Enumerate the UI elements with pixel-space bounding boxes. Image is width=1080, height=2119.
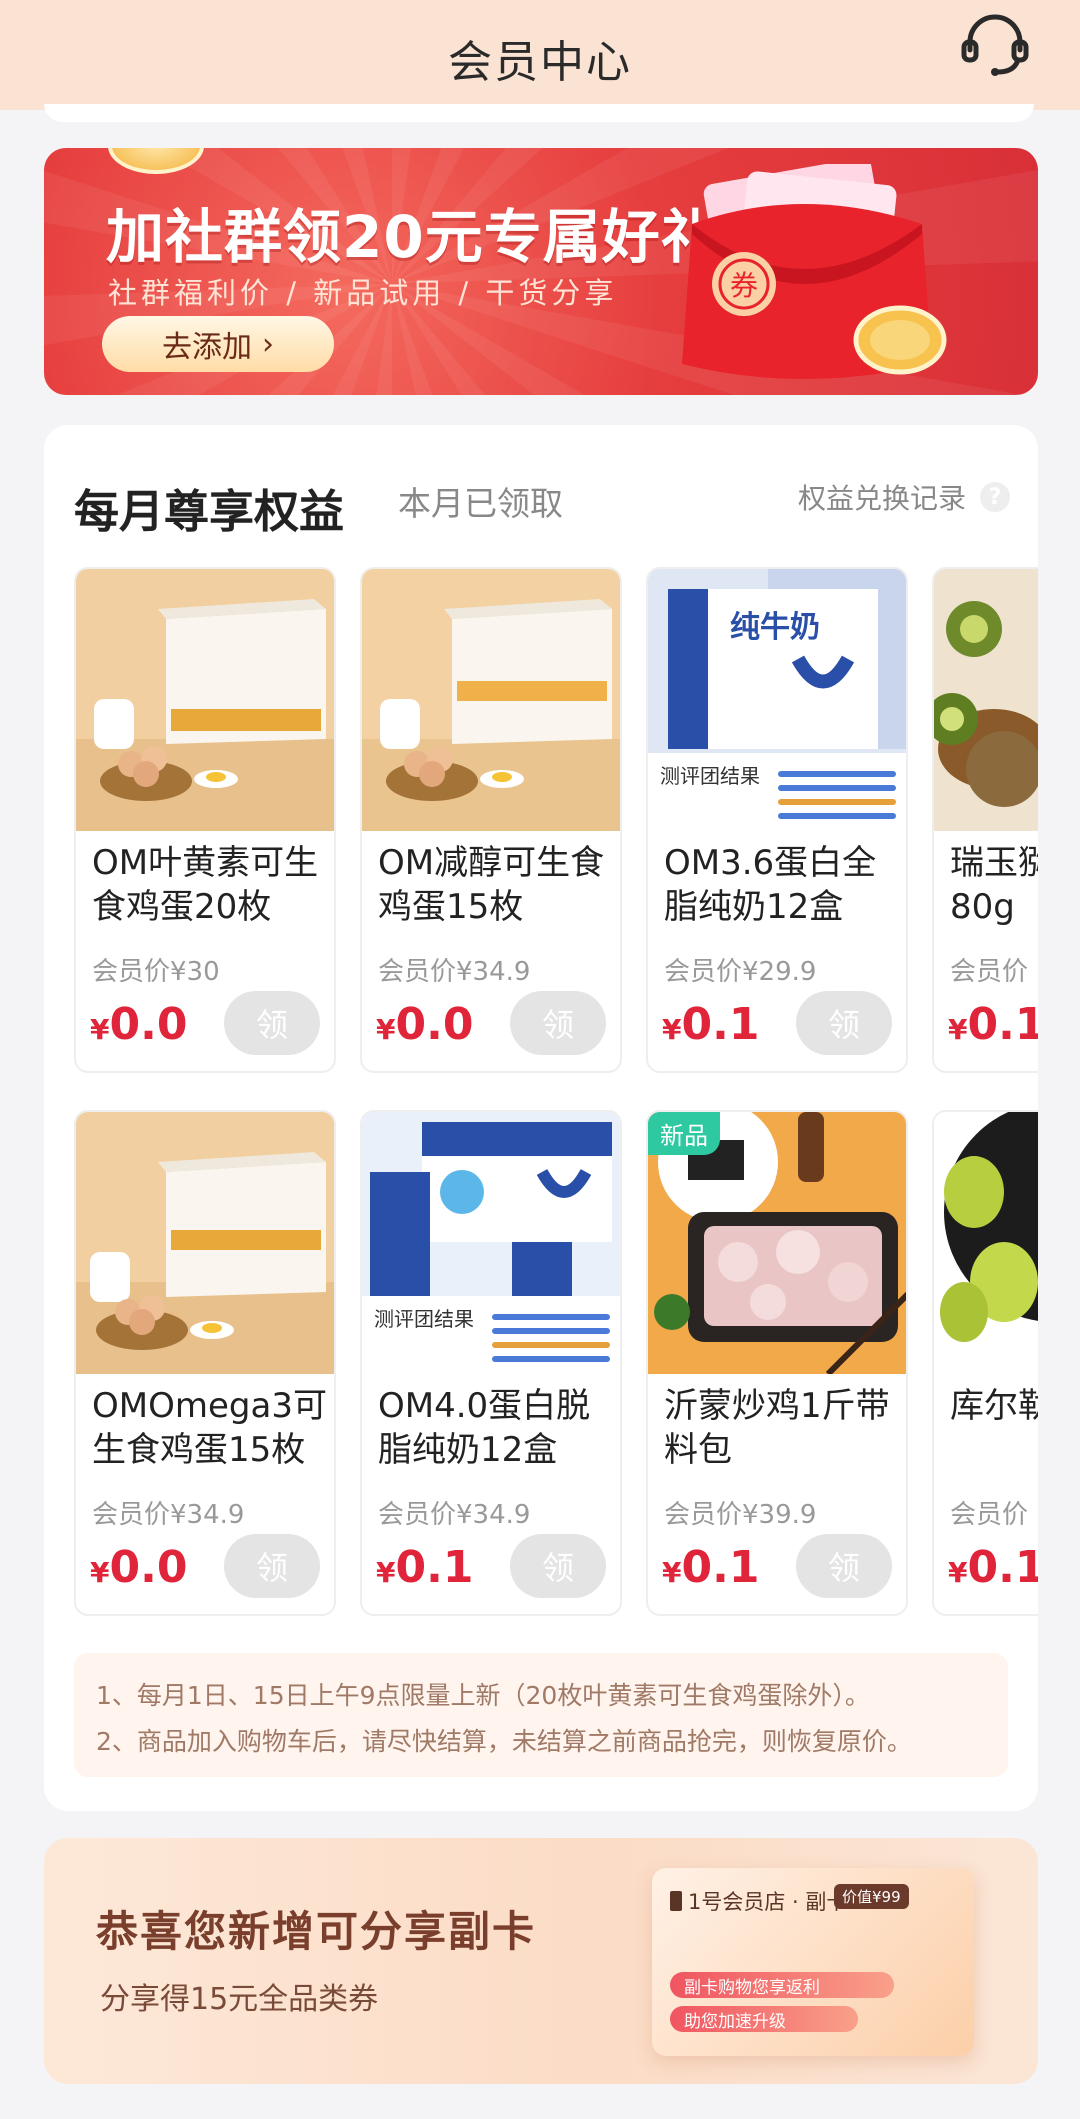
product-image [934, 1112, 1038, 1374]
member-price: 会员价¥39.9 [664, 1500, 817, 1530]
sale-price: ¥0.1 [662, 1542, 760, 1593]
product-image [362, 569, 620, 831]
share-card-banner[interactable]: 恭喜您新增可分享副卡 分享得15元全品类券 1号会员店 · 副卡 价值¥99 副… [44, 1838, 1038, 2084]
section-title: 每月尊享权益 [74, 485, 345, 538]
product-image [934, 569, 1038, 831]
product-image: 测评团结果 [362, 1112, 620, 1374]
sale-price: ¥0.1 [948, 999, 1038, 1050]
member-price: 会员价 [950, 957, 1029, 987]
sale-price: ¥0.1 [948, 1542, 1038, 1593]
review-panel-title: 测评团结果 [660, 764, 760, 788]
product-card[interactable]: 瑞玉猕猴桃果80g 会员价 ¥0.1 领 [932, 567, 1038, 1073]
store-logo-icon [670, 1891, 682, 1911]
member-price: 会员价¥34.9 [378, 1500, 531, 1530]
claim-button[interactable]: 领 [224, 991, 320, 1055]
sale-price: ¥0.1 [376, 1542, 474, 1593]
claim-button[interactable]: 领 [224, 1534, 320, 1598]
add-community-button[interactable]: 去添加 › [102, 316, 334, 372]
sale-price: ¥0.0 [376, 999, 474, 1050]
vice-card-benefit: 助您加速升级 [670, 2006, 858, 2032]
product-card[interactable]: OM叶黄素可生食鸡蛋20枚 会员价¥30 ¥0.0 领 [74, 567, 336, 1073]
chevron-right-icon: › [262, 326, 274, 362]
product-image: 纯牛奶 测评团结果 [648, 569, 906, 831]
product-card[interactable]: 新品 沂蒙炒鸡1斤带料包 会员价¥39.9 ¥0.1 领 [646, 1110, 908, 1616]
red-packet-icon: 券 [682, 164, 947, 379]
claim-button[interactable]: 领 [510, 991, 606, 1055]
collapsed-card-edge [44, 104, 1034, 122]
product-card[interactable]: OMOmega3可生食鸡蛋15枚 会员价¥34.9 ¥0.0 领 [74, 1110, 336, 1616]
note-line: 1、每月1日、15日上午9点限量上新（20枚叶黄素可生食鸡蛋除外）。 [96, 1681, 870, 1710]
help-icon[interactable]: ? [980, 482, 1010, 512]
product-card[interactable]: 库尔勒香梨斤 会员价 ¥0.1 领 [932, 1110, 1038, 1616]
sale-price: ¥0.1 [662, 999, 760, 1050]
vice-card-value: 价值¥99 [834, 1884, 909, 1909]
product-name: OM叶黄素可生食鸡蛋20枚 [92, 843, 319, 927]
share-title: 恭喜您新增可分享副卡 [96, 1907, 537, 1956]
banner-title: 加社群领20元专属好礼 [106, 203, 720, 271]
sale-price: ¥0.0 [90, 1542, 188, 1593]
new-badge: 新品 [648, 1112, 720, 1155]
vice-card-brand: 1号会员店 · 副卡 [670, 1886, 847, 1916]
claim-button[interactable]: 领 [796, 991, 892, 1055]
product-name: OM3.6蛋白全脂纯奶12盒 [664, 843, 877, 927]
product-name: 沂蒙炒鸡1斤带料包 [664, 1386, 890, 1470]
claim-button[interactable]: 领 [510, 1534, 606, 1598]
share-subtitle: 分享得15元全品类券 [100, 1982, 379, 2017]
member-price: 会员价¥34.9 [378, 957, 531, 987]
product-image [76, 1112, 334, 1374]
claim-status: 本月已领取 [398, 484, 563, 523]
member-price: 会员价 [950, 1500, 1029, 1530]
coupon-glyph: 券 [730, 269, 758, 302]
product-name: OM4.0蛋白脱脂纯奶12盒 [378, 1386, 591, 1470]
sale-price: ¥0.0 [90, 999, 188, 1050]
product-image [76, 569, 334, 831]
note-line: 2、商品加入购物车后，请尽快结算，未结算之前商品抢完，则恢复原价。 [96, 1727, 912, 1756]
member-price: 会员价¥29.9 [664, 957, 817, 987]
banner-subtitle: 社群福利价 / 新品试用 / 干货分享 [108, 276, 618, 310]
headset-icon[interactable] [960, 14, 1030, 78]
redeem-record-label: 权益兑换记录 [797, 482, 966, 515]
top-header: 会员中心 [0, 0, 1080, 110]
rules-notes: 1、每月1日、15日上午9点限量上新（20枚叶黄素可生食鸡蛋除外）。 2、商品加… [74, 1653, 1008, 1777]
monthly-benefits-section: 每月尊享权益 本月已领取 权益兑换记录 ? OM叶黄素可生食鸡蛋20枚 会员价¥… [44, 425, 1038, 1811]
add-button-label: 去添加 [162, 330, 252, 365]
redeem-record-link[interactable]: 权益兑换记录 ? [798, 477, 1010, 517]
product-card[interactable]: 测评团结果 OM4.0蛋白脱脂纯奶12盒 会员价¥34.9 ¥0.1 领 [360, 1110, 622, 1616]
review-panel-title: 测评团结果 [374, 1307, 474, 1331]
product-name: 库尔勒香梨斤 [950, 1386, 1038, 1426]
vice-card-graphic: 1号会员店 · 副卡 价值¥99 副卡购物您享返利 助您加速升级 [652, 1868, 974, 2056]
product-card[interactable]: OM减醇可生食鸡蛋15枚 会员价¥34.9 ¥0.0 领 [360, 567, 622, 1073]
product-name: OMOmega3可生食鸡蛋15枚 [92, 1386, 327, 1470]
community-banner[interactable]: 加社群领20元专属好礼 社群福利价 / 新品试用 / 干货分享 去添加 › 券 [44, 148, 1038, 395]
vice-card-benefit: 副卡购物您享返利 [670, 1972, 894, 1998]
milk-brand-text: 纯牛奶 [730, 610, 820, 645]
claim-button[interactable]: 领 [796, 1534, 892, 1598]
product-name: 瑞玉猕猴桃果80g [950, 843, 1038, 927]
product-card[interactable]: 纯牛奶 测评团结果 OM3.6蛋白全脂纯奶12盒 会员价¥29.9 ¥0.1 领 [646, 567, 908, 1073]
page-title: 会员中心 [448, 37, 632, 88]
member-price: 会员价¥34.9 [92, 1500, 245, 1530]
member-price: 会员价¥30 [92, 957, 220, 987]
product-name: OM减醇可生食鸡蛋15枚 [378, 843, 605, 927]
